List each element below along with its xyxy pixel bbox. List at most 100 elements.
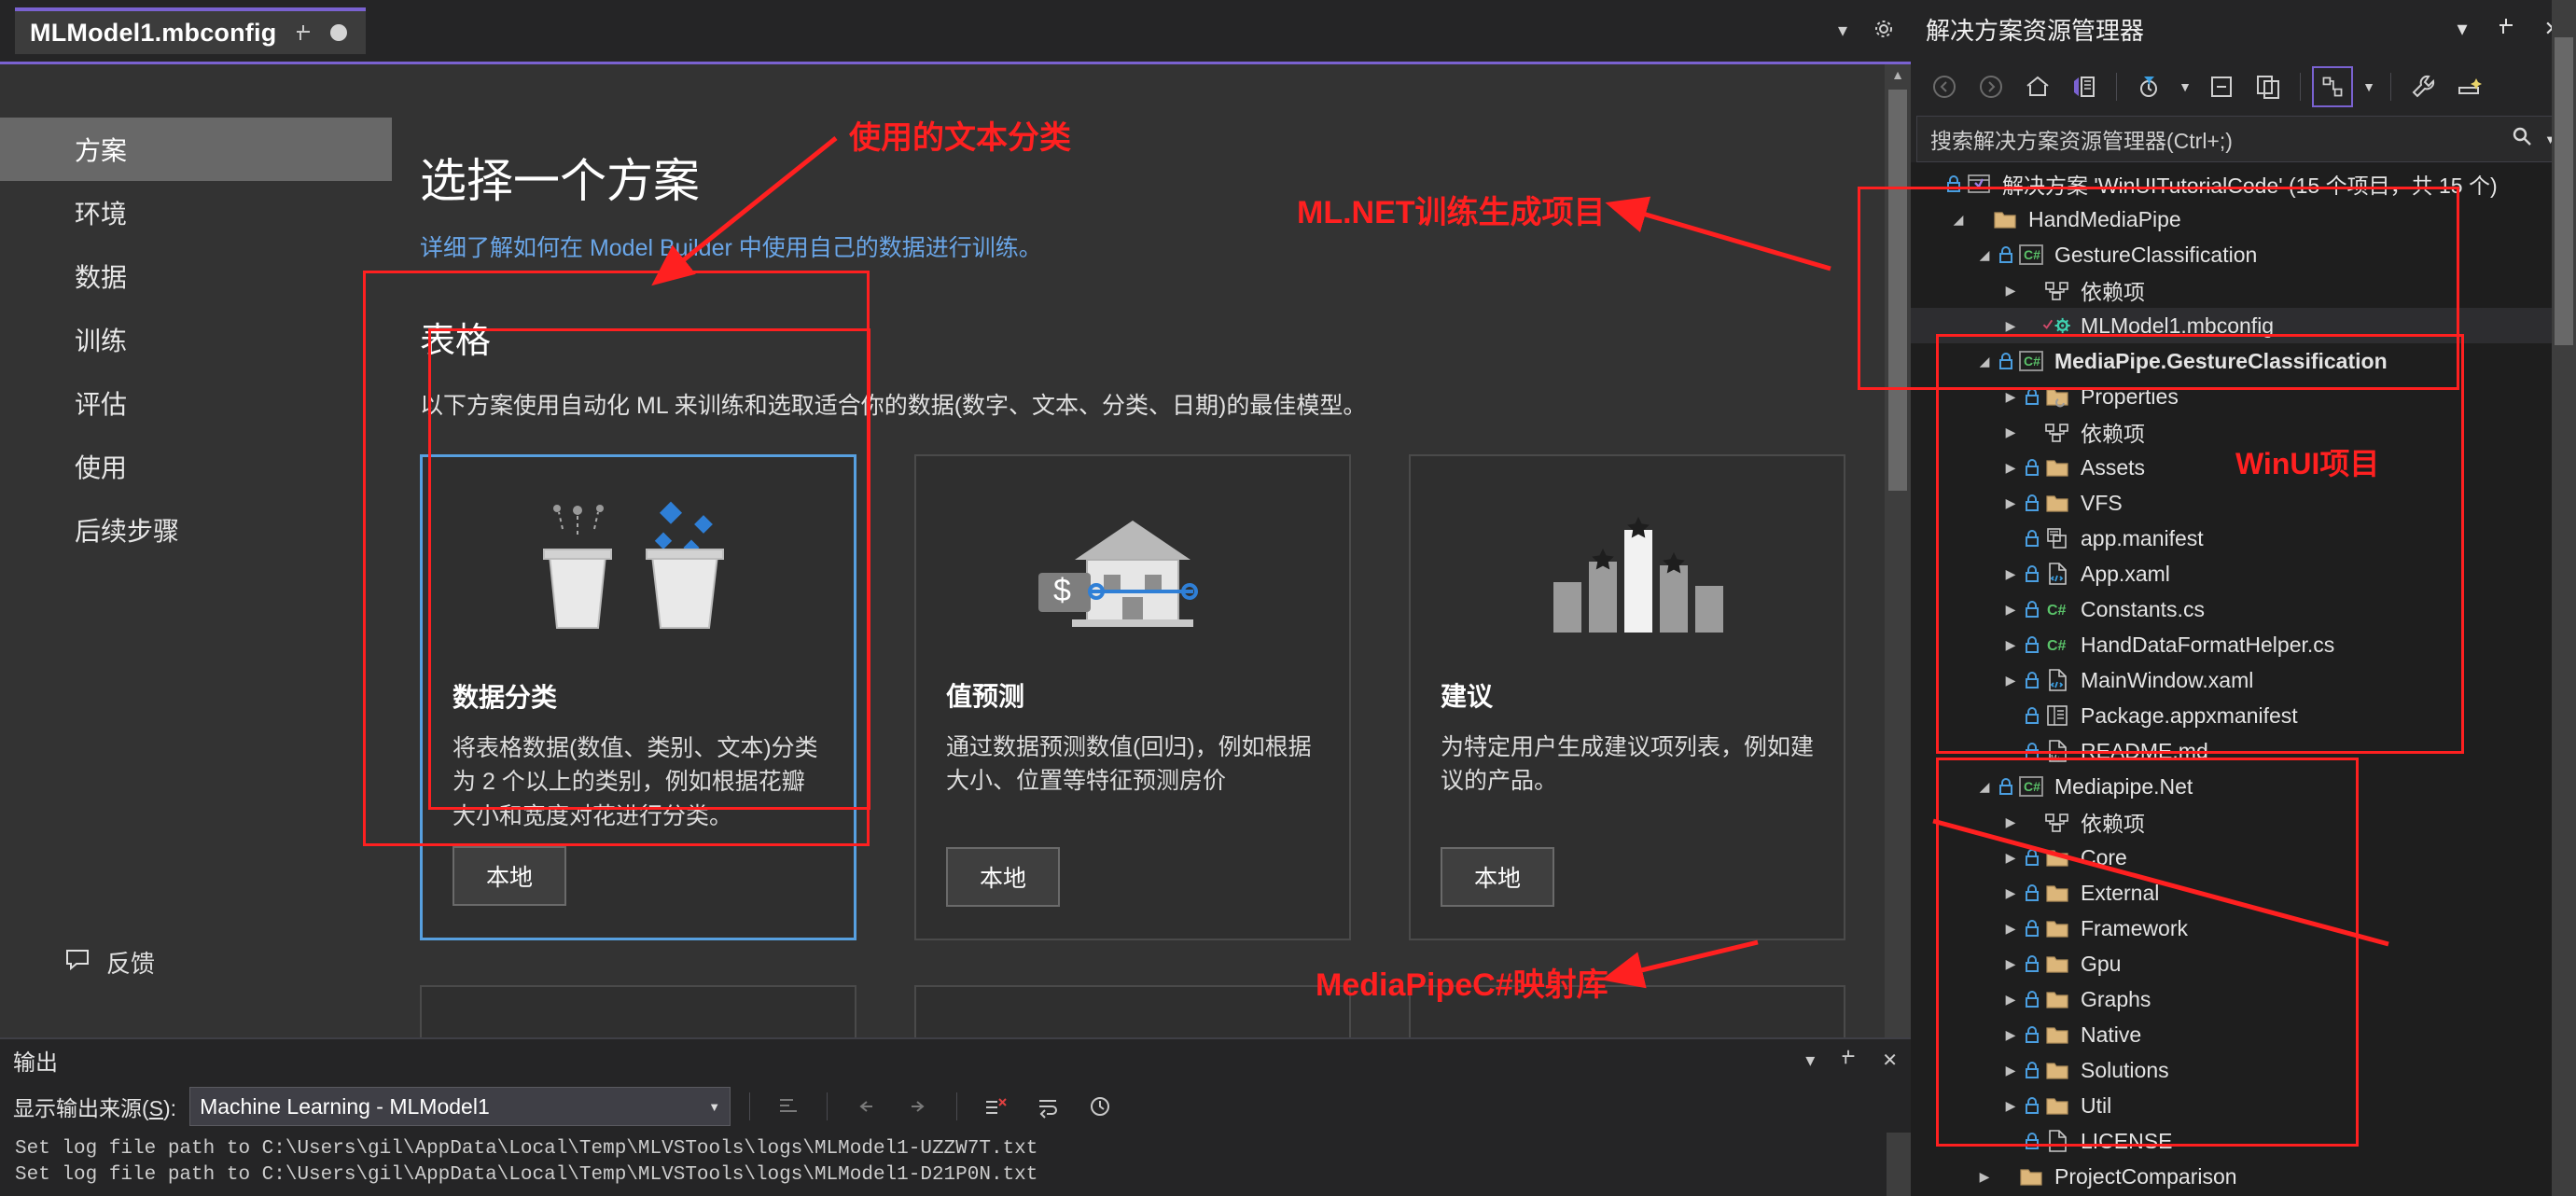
gear-icon[interactable] — [1873, 19, 1894, 43]
caret-down-icon[interactable]: ▼ — [708, 1100, 720, 1114]
pin-icon[interactable] — [293, 22, 313, 43]
expanded-twisty-icon[interactable]: ◢ — [1972, 354, 1997, 369]
tree-item[interactable]: ▶Native — [1911, 1017, 2576, 1052]
tree-item[interactable]: ▶依赖项 — [1911, 804, 2576, 840]
word-wrap-icon[interactable] — [1028, 1089, 1067, 1124]
tree-item[interactable]: ▶Assets — [1911, 450, 2576, 485]
nav-item-consume[interactable]: 使用 — [0, 435, 392, 498]
collapsed-twisty-icon[interactable]: ▶ — [1998, 637, 2023, 653]
scenario-card-recommendation[interactable]: 建议 为特定用户生成建议项列表，例如建议的产品。 本地 — [1409, 454, 1845, 940]
forward-arrow-icon[interactable] — [1970, 66, 2012, 107]
scenario-card-data-classification[interactable]: 数据分类 将表格数据(数值、类别、文本)分类为 2 个以上的类别，例如根据花瓣大… — [420, 454, 856, 940]
go-previous-icon[interactable] — [846, 1089, 885, 1124]
collapsed-twisty-icon[interactable]: ▶ — [1998, 460, 2023, 476]
collapsed-twisty-icon[interactable]: ▶ — [1998, 495, 2023, 511]
back-arrow-icon[interactable] — [1924, 66, 1965, 107]
output-log[interactable]: Set log file path to C:\Users\gil\AppDat… — [0, 1133, 1911, 1191]
tree-item[interactable]: ▶ProjectComparison — [1911, 1159, 2576, 1194]
card-local-button[interactable]: 本地 — [946, 847, 1060, 907]
pin-icon[interactable] — [1839, 1048, 1858, 1072]
search-icon[interactable] — [2511, 125, 2533, 153]
scenario-card-partial-1[interactable] — [420, 985, 856, 1037]
scenario-card-value-prediction[interactable]: $ 值预测 通过数据预测数值(回归)，例如根据大小、位置等特征预测房价 本地 — [914, 454, 1351, 940]
caret-down-icon[interactable]: ▼ — [2359, 79, 2379, 94]
card-local-button[interactable]: 本地 — [1441, 847, 1554, 907]
tree-item[interactable]: ◢C#Mediapipe.Net — [1911, 769, 2576, 804]
tree-item[interactable]: ▶C#HandDataFormatHelper.cs — [1911, 627, 2576, 662]
collapsed-twisty-icon[interactable]: ▶ — [1998, 814, 2023, 830]
nav-item-next-steps[interactable]: 后续步骤 — [0, 498, 392, 562]
expanded-twisty-icon[interactable]: ◢ — [1972, 247, 1997, 263]
nav-item-train[interactable]: 训练 — [0, 308, 392, 371]
chevron-down-icon[interactable]: ▾ — [1838, 21, 1847, 40]
tree-item[interactable]: ▶依赖项 — [1911, 272, 2576, 308]
scroll-up-icon[interactable]: ▲ — [1885, 62, 1911, 88]
tree-item[interactable]: ▶Graphs — [1911, 981, 2576, 1017]
editor-tab-mlmodel1[interactable]: MLModel1.mbconfig — [15, 7, 366, 54]
collapsed-twisty-icon[interactable]: ▶ — [1972, 1169, 1997, 1185]
nav-item-environment[interactable]: 环境 — [0, 181, 392, 244]
tree-item[interactable]: ▶External — [1911, 875, 2576, 911]
wrench-icon[interactable] — [2402, 66, 2444, 107]
nav-item-evaluate[interactable]: 评估 — [0, 371, 392, 435]
collapsed-twisty-icon[interactable]: ▶ — [1998, 318, 2023, 334]
show-all-files-icon[interactable] — [2248, 66, 2289, 107]
preview-selected-items-icon[interactable] — [2449, 66, 2490, 107]
collapsed-twisty-icon[interactable]: ▶ — [1998, 566, 2023, 582]
tree-item[interactable]: Package.appxmanifest — [1911, 698, 2576, 733]
tree-item[interactable]: ▶C#Constants.cs — [1911, 591, 2576, 627]
solution-explorer-scrollbar[interactable] — [2552, 0, 2576, 1196]
feedback-link[interactable]: 反馈 — [65, 945, 155, 980]
tree-item[interactable]: ◢C#MediaPipe.GestureClassification — [1911, 343, 2576, 379]
tree-item[interactable]: ▶依赖项 — [1911, 414, 2576, 450]
collapsed-twisty-icon[interactable]: ▶ — [1998, 1027, 2023, 1043]
scenario-card-partial-2[interactable] — [914, 985, 1351, 1037]
nav-item-scenario[interactable]: 方案 — [0, 118, 392, 181]
toggle-timestamp-icon[interactable] — [1080, 1089, 1120, 1124]
chevron-down-icon[interactable]: ▾ — [2458, 17, 2468, 41]
scenario-card-partial-3[interactable] — [1409, 985, 1845, 1037]
scrollbar-thumb[interactable] — [1888, 90, 1907, 491]
learn-more-link[interactable]: 详细了解如何在 Model Builder 中使用自己的数据进行训练。 — [420, 229, 1911, 263]
close-icon[interactable]: ✕ — [1882, 1049, 1898, 1072]
collapsed-twisty-icon[interactable]: ▶ — [1998, 992, 2023, 1008]
clear-all-icon[interactable] — [976, 1089, 1015, 1124]
tree-item[interactable]: ◢C#GestureClassification — [1911, 237, 2576, 272]
collapsed-twisty-icon[interactable]: ▶ — [1998, 673, 2023, 688]
collapsed-twisty-icon[interactable]: ▶ — [1998, 602, 2023, 618]
tree-item[interactable]: ▶Util — [1911, 1088, 2576, 1123]
collapsed-twisty-icon[interactable]: ▶ — [1998, 283, 2023, 299]
collapsed-twisty-icon[interactable]: ▶ — [1998, 389, 2023, 405]
tree-item[interactable]: ▶MLModel1.mbconfig — [1911, 308, 2576, 343]
pending-changes-filter-icon[interactable] — [2128, 66, 2169, 107]
pin-icon[interactable] — [2496, 16, 2516, 42]
caret-down-icon[interactable]: ▼ — [2175, 79, 2195, 94]
go-next-icon[interactable] — [898, 1089, 938, 1124]
scrollbar-thumb[interactable] — [2555, 37, 2573, 345]
tree-item[interactable]: 解决方案 'WinUITutorialCode' (15 个项目，共 15 个) — [1911, 166, 2576, 202]
chevron-down-icon[interactable]: ▾ — [1805, 1049, 1815, 1072]
nav-item-data[interactable]: 数据 — [0, 244, 392, 308]
tree-item[interactable]: ▶Properties — [1911, 379, 2576, 414]
tree-item[interactable]: ▶Gpu — [1911, 946, 2576, 981]
expanded-twisty-icon[interactable]: ◢ — [1946, 212, 1970, 228]
output-vertical-scrollbar[interactable] — [1887, 1133, 1911, 1196]
output-source-select[interactable]: Machine Learning - MLModel1 ▼ — [189, 1087, 731, 1126]
tree-item[interactable]: ▶Core — [1911, 840, 2576, 875]
tree-item[interactable]: ▶Framework — [1911, 911, 2576, 946]
properties-view-icon[interactable] — [2312, 66, 2353, 107]
tree-item[interactable]: LICENSE — [1911, 1123, 2576, 1159]
collapsed-twisty-icon[interactable]: ▶ — [1998, 850, 2023, 866]
tree-item[interactable]: ▶MainWindow.xaml — [1911, 662, 2576, 698]
collapsed-twisty-icon[interactable]: ▶ — [1998, 885, 2023, 901]
collapsed-twisty-icon[interactable]: ▶ — [1998, 956, 2023, 972]
card-local-button[interactable]: 本地 — [453, 846, 566, 906]
sync-with-active-document-icon[interactable] — [2064, 66, 2105, 107]
tree-item[interactable]: ▶Solutions — [1911, 1052, 2576, 1088]
collapsed-twisty-icon[interactable]: ▶ — [1998, 424, 2023, 440]
find-message-icon[interactable] — [769, 1089, 808, 1124]
collapsed-twisty-icon[interactable]: ▶ — [1998, 921, 2023, 937]
solution-explorer-tree[interactable]: 解决方案 'WinUITutorialCode' (15 个项目，共 15 个)… — [1911, 162, 2576, 1196]
tree-item[interactable]: ▶VFS — [1911, 485, 2576, 521]
tree-item[interactable]: ◢HandMediaPipe — [1911, 202, 2576, 237]
